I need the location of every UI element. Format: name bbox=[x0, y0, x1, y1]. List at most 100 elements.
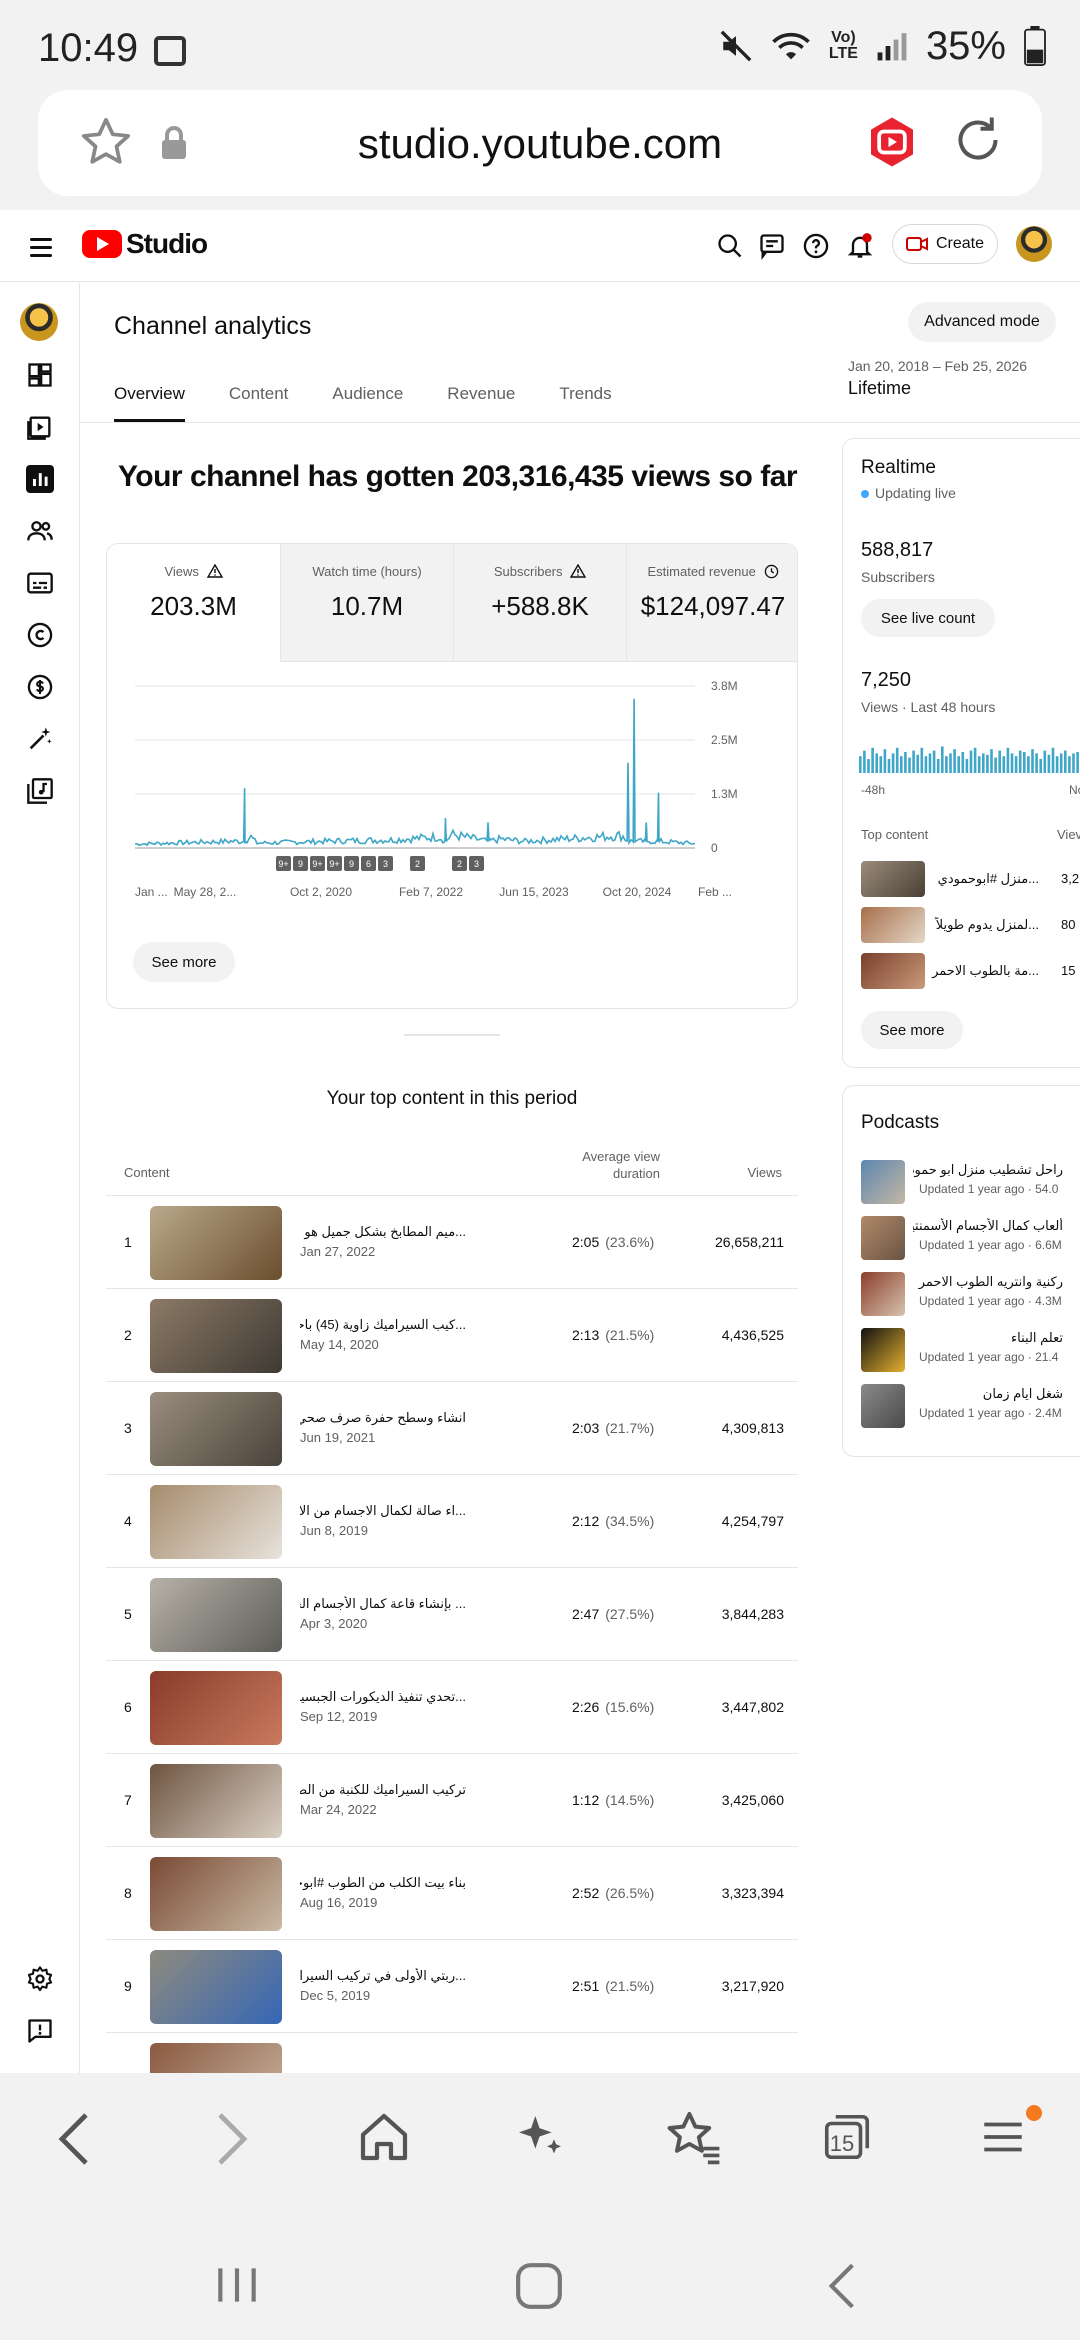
video-title[interactable]: انشاء وسطح حفرة صرف صحي بعمق 6 متر bbox=[300, 1410, 466, 1426]
video-thumbnail[interactable] bbox=[150, 1485, 282, 1559]
home-icon[interactable] bbox=[356, 2109, 412, 2165]
settings-icon[interactable] bbox=[26, 1965, 54, 1993]
tab-content[interactable]: Content bbox=[229, 384, 289, 422]
analytics-icon[interactable] bbox=[26, 465, 54, 493]
video-thumbnail[interactable] bbox=[150, 1671, 282, 1745]
advanced-mode-button[interactable]: Advanced mode bbox=[908, 302, 1056, 342]
podcast-thumbnail[interactable] bbox=[861, 1160, 905, 1204]
podcast-title[interactable]: راحل تشطيب منزل ابو حمودي bbox=[913, 1162, 1063, 1178]
video-thumbnail[interactable] bbox=[861, 953, 925, 989]
video-title[interactable]: ...كيب السيراميك زاوية (45) باحتراف #ابو… bbox=[300, 1317, 466, 1333]
video-title[interactable]: ...مة بالطوب الاحمر bbox=[929, 963, 1039, 979]
realtime-content-item[interactable]: ...لمنزل يدوم طويلاً 80 bbox=[861, 907, 1080, 943]
community-icon[interactable] bbox=[26, 517, 54, 545]
podcast-title[interactable]: شغل ايام زمان bbox=[913, 1386, 1063, 1402]
metric-subscribers[interactable]: Subscribers +588.8K bbox=[453, 544, 626, 662]
realtime-content-item[interactable]: ...مة بالطوب الاحمر 15 bbox=[861, 953, 1080, 989]
tab-overview[interactable]: Overview bbox=[114, 384, 185, 422]
forward-icon[interactable] bbox=[212, 2109, 252, 2169]
video-title[interactable]: بناء بيت الكلب من الطوب #ابوحمودي bbox=[300, 1875, 466, 1891]
video-thumbnail[interactable] bbox=[150, 1950, 282, 2024]
recent-apps-icon[interactable] bbox=[212, 2263, 262, 2307]
send-feedback-icon[interactable] bbox=[26, 2017, 54, 2045]
search-icon[interactable] bbox=[716, 232, 744, 260]
bookmarks-icon[interactable] bbox=[664, 2109, 724, 2165]
metric-watch-time[interactable]: Watch time (hours) 10.7M bbox=[280, 544, 453, 662]
ai-sparkle-icon[interactable] bbox=[512, 2109, 568, 2165]
metric-views[interactable]: Views 203.3M bbox=[107, 544, 280, 662]
video-thumbnail[interactable] bbox=[150, 1578, 282, 1652]
table-row[interactable]: 1 ...ميم المطابخ بشكل جميل هو ما تحبه كل … bbox=[106, 1195, 798, 1288]
views-line-chart[interactable]: 3.8M 2.5M 1.3M 0 9+ 9 9+ 9+ 9 6 3 2 2 3 Jan ... May 28,… bbox=[107, 662, 798, 932]
youtube-extension-icon[interactable] bbox=[864, 114, 920, 170]
menu-icon[interactable] bbox=[30, 238, 52, 262]
video-title[interactable]: ...لمنزل يدوم طويلاً bbox=[929, 917, 1039, 933]
table-row[interactable]: 5 ... بإنشاء قاعة كمال الأجسام الخاصة بك … bbox=[106, 1567, 798, 1660]
help-icon[interactable] bbox=[802, 232, 830, 260]
dashboard-icon[interactable] bbox=[26, 361, 54, 389]
video-thumbnail[interactable] bbox=[150, 1206, 282, 1280]
system-back-icon[interactable] bbox=[822, 2261, 862, 2311]
podcast-item[interactable]: ألعاب كمال الأجسام الأسمنتية Updated 1 ye… bbox=[861, 1216, 1080, 1264]
table-row[interactable]: 3 انشاء وسطح حفرة صرف صحي بعمق 6 متر Jun 1… bbox=[106, 1381, 798, 1474]
metric-revenue[interactable]: Estimated revenue $124,097.47 bbox=[626, 544, 797, 662]
realtime-bar-chart[interactable] bbox=[859, 739, 1080, 775]
tabs-button[interactable]: 15 bbox=[820, 2109, 874, 2165]
podcast-thumbnail[interactable] bbox=[861, 1328, 905, 1372]
create-button[interactable]: Create bbox=[892, 224, 998, 264]
youtube-logo-icon[interactable] bbox=[82, 230, 122, 258]
video-title[interactable]: تركيب السيراميك للكنبة من الطوب الاحمر bbox=[300, 1782, 466, 1798]
home-system-icon[interactable] bbox=[514, 2261, 564, 2311]
realtime-content-item[interactable]: ...منزل #ابوحمودي 3,2 bbox=[861, 861, 1080, 897]
video-thumbnail[interactable] bbox=[861, 907, 925, 943]
table-row[interactable]: 2 ...كيب السيراميك زاوية (45) باحتراف #اب… bbox=[106, 1288, 798, 1381]
studio-brand[interactable]: Studio bbox=[126, 228, 208, 260]
podcast-item[interactable]: ركنية وانتريه الطوب الاحمر Updated 1 year… bbox=[861, 1272, 1080, 1320]
feedback-icon[interactable] bbox=[758, 232, 786, 260]
podcast-title[interactable]: تعلم البناء bbox=[913, 1330, 1063, 1346]
date-range[interactable]: Jan 20, 2018 – Feb 25, 2026 bbox=[848, 358, 1027, 374]
video-title[interactable]: ... بإنشاء قاعة كمال الأجسام الخاصة بك م… bbox=[300, 1596, 466, 1612]
podcast-item[interactable]: تعلم البناء Updated 1 year ago · 21.4 bbox=[861, 1328, 1080, 1376]
video-title[interactable]: ...تحدي تنفيذ الديكورات الجبسية في المبا… bbox=[300, 1689, 466, 1705]
earn-icon[interactable] bbox=[26, 673, 54, 701]
back-icon[interactable] bbox=[54, 2109, 94, 2169]
browser-menu-icon[interactable] bbox=[978, 2109, 1028, 2165]
content-icon[interactable] bbox=[26, 413, 54, 441]
video-thumbnail[interactable] bbox=[150, 1299, 282, 1373]
video-title[interactable]: ...منزل #ابوحمودي bbox=[929, 871, 1039, 887]
account-avatar[interactable] bbox=[1016, 226, 1052, 262]
video-title[interactable]: ...اء صالة لكمال الاجسام من الاسمنت والط… bbox=[300, 1503, 466, 1519]
table-row[interactable]: 4 ...اء صالة لكمال الاجسام من الاسمنت وال… bbox=[106, 1474, 798, 1567]
podcast-item[interactable]: راحل تشطيب منزل ابو حمودي Updated 1 year … bbox=[861, 1160, 1080, 1208]
podcast-thumbnail[interactable] bbox=[861, 1216, 905, 1260]
realtime-see-more-button[interactable]: See more bbox=[861, 1011, 963, 1049]
see-more-chart-button[interactable]: See more bbox=[133, 942, 235, 982]
tab-audience[interactable]: Audience bbox=[332, 384, 403, 422]
tab-trends[interactable]: Trends bbox=[559, 384, 611, 422]
podcast-title[interactable]: ركنية وانتريه الطوب الاحمر bbox=[913, 1274, 1063, 1290]
video-thumbnail[interactable] bbox=[861, 861, 925, 897]
reload-icon[interactable] bbox=[948, 110, 1008, 170]
address-bar[interactable]: studio.youtube.com bbox=[38, 90, 1042, 196]
channel-avatar[interactable] bbox=[20, 303, 58, 341]
video-thumbnail[interactable] bbox=[150, 1857, 282, 1931]
copyright-icon[interactable] bbox=[26, 621, 54, 649]
podcast-thumbnail[interactable] bbox=[861, 1384, 905, 1428]
subtitles-icon[interactable] bbox=[26, 569, 54, 597]
audio-library-icon[interactable] bbox=[26, 777, 54, 805]
podcast-title[interactable]: ألعاب كمال الأجسام الأسمنتية bbox=[913, 1218, 1063, 1234]
see-live-count-button[interactable]: See live count bbox=[861, 599, 995, 637]
tab-revenue[interactable]: Revenue bbox=[447, 384, 515, 422]
notifications-icon[interactable] bbox=[846, 232, 874, 260]
podcast-thumbnail[interactable] bbox=[861, 1272, 905, 1316]
table-row[interactable]: 7 تركيب السيراميك للكنبة من الطوب الاحمر M… bbox=[106, 1753, 798, 1846]
video-title[interactable]: ...ربتي الأولى في تركيب السيراميك #ابوحم… bbox=[300, 1968, 466, 1984]
video-thumbnail[interactable] bbox=[150, 1764, 282, 1838]
customization-icon[interactable] bbox=[26, 725, 54, 753]
table-row[interactable]: 6 ...تحدي تنفيذ الديكورات الجبسية في المب… bbox=[106, 1660, 798, 1753]
podcast-item[interactable]: شغل ايام زمان Updated 1 year ago · 2.4M bbox=[861, 1384, 1080, 1432]
video-title[interactable]: ...ميم المطابخ بشكل جميل هو ما تحبه كل س… bbox=[300, 1224, 466, 1240]
table-row[interactable]: 8 بناء بيت الكلب من الطوب #ابوحمودي Aug 16… bbox=[106, 1846, 798, 1939]
table-row[interactable]: 9 ...ربتي الأولى في تركيب السيراميك #ابوح… bbox=[106, 1939, 798, 2032]
